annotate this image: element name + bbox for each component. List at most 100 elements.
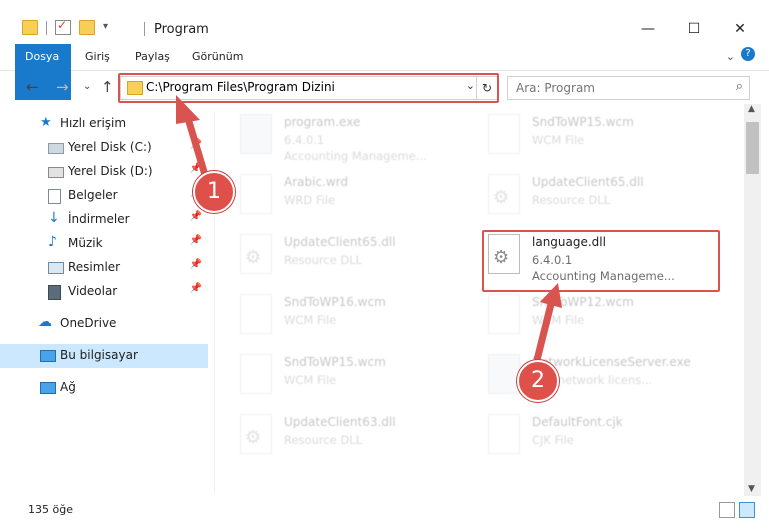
file-item[interactable]: SndToWP16.wcm WCM File <box>220 288 452 344</box>
exe-file-icon <box>240 114 272 154</box>
drive-icon <box>48 143 64 154</box>
customize-qat-icon[interactable]: ▾ <box>103 21 117 34</box>
dll-file-icon <box>488 174 520 214</box>
file-item[interactable]: program.exe 6.4.0.1 Accounting Manageme.… <box>220 108 452 164</box>
file-icon <box>488 294 520 334</box>
dll-file-icon <box>240 414 272 454</box>
file-name: UpdateClient65.dll <box>532 175 644 189</box>
back-icon[interactable]: ← <box>26 78 39 96</box>
file-type: CJK File <box>532 433 574 447</box>
file-name: DefaultFont.cjk <box>532 415 623 429</box>
file-name: SndToWP15.wcm <box>532 115 634 129</box>
maximize-button[interactable]: ☐ <box>671 16 717 42</box>
search-box[interactable]: ⌕ <box>507 76 750 100</box>
item-count: 135 öğe <box>28 503 73 516</box>
help-icon[interactable]: ? <box>741 47 755 61</box>
file-name: program.exe <box>284 115 361 129</box>
sidebar-item-label: Yerel Disk (D:) <box>68 164 153 178</box>
expand-ribbon-icon[interactable]: ⌄ <box>726 50 735 63</box>
file-name: NetworkLicenseServer.exe <box>532 355 691 369</box>
minimize-button[interactable]: — <box>625 16 671 42</box>
sidebar-item-music[interactable]: ♪ Müzik 📌 <box>0 232 208 256</box>
file-type: Resource DLL <box>284 253 363 267</box>
sidebar-item-onedrive[interactable]: ☁ OneDrive <box>0 312 208 336</box>
file-item[interactable]: SndToWP15.wcm WCM File <box>468 108 700 164</box>
sidebar-item-label: Resimler <box>68 260 121 274</box>
scroll-down-icon[interactable]: ▼ <box>748 484 755 494</box>
download-icon: ↓ <box>48 210 60 226</box>
sidebar-item-label: Ağ <box>60 380 76 394</box>
details-view-icon[interactable] <box>719 502 735 518</box>
sidebar-item-quick-access[interactable]: ★ Hızlı erişim <box>0 112 208 136</box>
scroll-up-icon[interactable]: ▲ <box>748 104 755 114</box>
sidebar-item-label: Belgeler <box>68 188 118 202</box>
forward-icon[interactable]: → <box>56 78 69 96</box>
file-type: Resource DLL <box>284 433 363 447</box>
step-badge-1: 1 <box>193 171 235 213</box>
exe-file-icon <box>488 354 520 394</box>
file-item[interactable]: NetworkLicenseServer.exe RKY network lic… <box>468 348 700 404</box>
dll-file-icon <box>240 234 272 274</box>
video-icon <box>48 285 61 300</box>
sidebar-item-label: Hızlı erişim <box>60 116 127 130</box>
file-item[interactable]: UpdateClient63.dll Resource DLL <box>220 408 452 464</box>
address-highlight-box <box>118 73 499 103</box>
status-bar: 135 öğe <box>0 498 769 530</box>
file-item[interactable]: SndToWP15.wcm WCM File <box>220 348 452 404</box>
pin-icon[interactable]: 📌 <box>190 259 202 270</box>
step-badge-2: 2 <box>517 360 559 402</box>
search-icon[interactable]: ⌕ <box>736 79 743 94</box>
navigation-pane: ★ Hızlı erişim Yerel Disk (C:) 📌 Yerel D… <box>0 112 210 492</box>
tab-home[interactable]: Giriş <box>75 44 120 70</box>
new-folder-icon[interactable] <box>79 20 95 35</box>
file-name: SndToWP15.wcm <box>284 355 386 369</box>
sidebar-item-documents[interactable]: Belgeler 📌 <box>0 184 208 208</box>
file-icon <box>488 414 520 454</box>
pin-icon[interactable]: 📌 <box>190 283 202 294</box>
document-icon <box>48 189 61 204</box>
file-type: WCM File <box>532 133 585 147</box>
pin-icon[interactable]: 📌 <box>190 163 202 174</box>
sidebar-item-label: Videolar <box>68 284 118 298</box>
tab-share[interactable]: Paylaş <box>125 44 180 70</box>
close-button[interactable]: ✕ <box>717 16 763 42</box>
file-name: SndToWP16.wcm <box>284 295 386 309</box>
separator <box>46 20 47 35</box>
folder-icon <box>22 20 38 35</box>
tab-view[interactable]: Görünüm <box>182 44 253 70</box>
sidebar-item-videos[interactable]: Videolar 📌 <box>0 280 208 304</box>
sidebar-item-drive-d[interactable]: Yerel Disk (D:) 📌 <box>0 160 208 184</box>
pin-icon[interactable]: 📌 <box>190 211 202 222</box>
pane-divider[interactable] <box>214 112 215 492</box>
sidebar-item-drive-c[interactable]: Yerel Disk (C:) 📌 <box>0 136 208 160</box>
recent-locations-icon[interactable]: ⌄ <box>83 81 91 92</box>
sidebar-item-this-pc[interactable]: Bu bilgisayar <box>0 344 208 368</box>
sidebar-item-label: Bu bilgisayar <box>60 348 138 362</box>
scroll-thumb[interactable] <box>746 122 759 174</box>
vertical-scrollbar[interactable]: ▲ ▼ <box>744 104 761 496</box>
quick-access-toolbar: ▾ <box>22 18 117 35</box>
file-type: WCM File <box>532 313 585 327</box>
file-item[interactable]: SndToWP12.wcm WCM File <box>468 288 700 344</box>
search-input[interactable] <box>514 80 718 96</box>
sidebar-item-label: OneDrive <box>60 316 117 330</box>
sidebar-item-pictures[interactable]: Resimler 📌 <box>0 256 208 280</box>
drive-icon <box>48 167 64 178</box>
pin-icon[interactable]: 📌 <box>190 235 202 246</box>
up-icon[interactable]: ↑ <box>101 78 114 96</box>
sidebar-item-downloads[interactable]: ↓ İndirmeler 📌 <box>0 208 208 232</box>
file-type: WCM File <box>284 373 337 387</box>
window-title: Program <box>154 22 209 37</box>
pin-icon[interactable]: 📌 <box>190 139 202 150</box>
file-icon <box>240 294 272 334</box>
title-bar: ▾ Program — ☐ ✕ <box>0 0 769 44</box>
file-item[interactable]: Arabic.wrd WRD File <box>220 168 452 224</box>
properties-icon[interactable] <box>55 18 71 35</box>
tiles-view-icon[interactable] <box>739 502 755 518</box>
file-item[interactable]: UpdateClient65.dll Resource DLL <box>220 228 452 284</box>
file-list: program.exe 6.4.0.1 Accounting Manageme.… <box>220 104 744 496</box>
file-item[interactable]: DefaultFont.cjk CJK File <box>468 408 700 464</box>
file-version: 6.4.0.1 <box>284 133 325 147</box>
file-item[interactable]: UpdateClient65.dll Resource DLL <box>468 168 700 224</box>
sidebar-item-network[interactable]: Ağ <box>0 376 208 400</box>
